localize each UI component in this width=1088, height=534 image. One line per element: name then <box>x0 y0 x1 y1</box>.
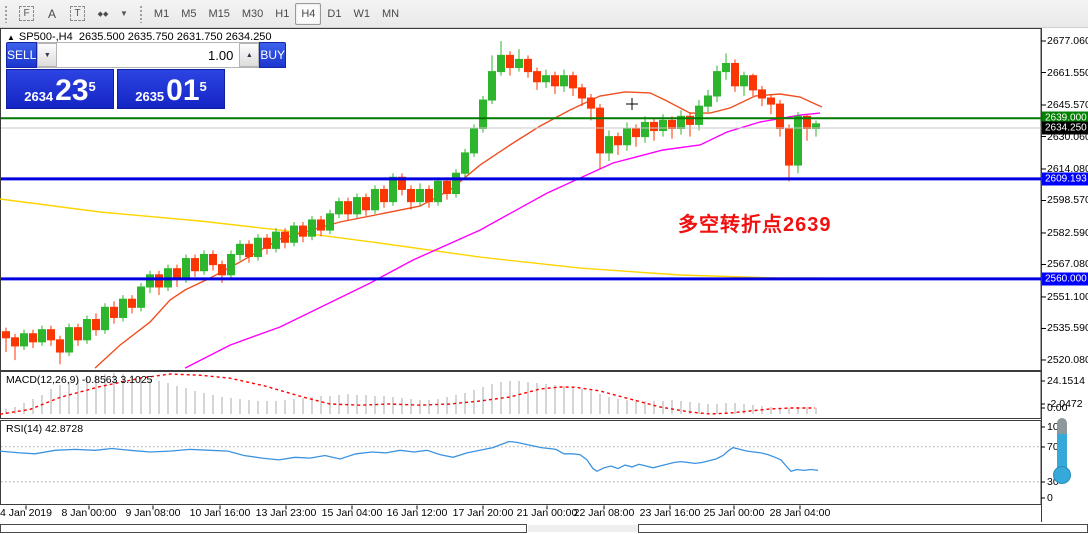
arrows-tool-button[interactable]: ◆◆ <box>91 3 115 25</box>
symbol-triangle-icon: ▲ <box>7 33 15 42</box>
price-tag: 2609.193 <box>1042 172 1088 185</box>
chevron-down-icon: ▼ <box>120 9 128 18</box>
price-axis-label: 2661.550 <box>1047 67 1088 79</box>
time-axis-label: 15 Jan 04:00 <box>322 507 383 519</box>
horizontal-scrollbar-thumb[interactable] <box>528 525 638 532</box>
buy-price-sup: 5 <box>200 72 207 102</box>
time-axis-label: 28 Jan 04:00 <box>770 507 831 519</box>
sell-price-sup: 5 <box>89 72 96 102</box>
price-axis-label: 2567.080 <box>1047 258 1088 270</box>
arrows-tool-icon: ◆◆ <box>98 10 109 18</box>
buy-price-prefix: 2635 <box>135 89 164 104</box>
time-axis-label: 21 Jan 00:00 <box>517 507 578 519</box>
buy-price-big: 01 <box>166 78 199 104</box>
chart-region: ▲SP500-,H4 2635.500 2635.750 2631.750 26… <box>0 28 1088 534</box>
timeframe-h4-button[interactable]: H4 <box>295 3 321 25</box>
toolbar: FAT ◆◆ ▼ M1M5M15M30H1H4D1W1MN <box>0 0 1088 28</box>
time-axis-label: 4 Jan 2019 <box>0 507 52 519</box>
label-tool-button[interactable]: A <box>40 3 64 25</box>
timeframe-m5-button[interactable]: M5 <box>175 3 202 25</box>
text-tool-button[interactable]: T <box>64 3 91 25</box>
one-click-trading-panel: SELL ▼ ▲ BUY 2634 23 5 2635 01 5 <box>6 42 225 110</box>
sell-price-big: 23 <box>55 78 88 104</box>
indicator-axis-label: 24.1514 <box>1047 375 1085 387</box>
timeframe-m1-button[interactable]: M1 <box>148 3 175 25</box>
time-axis-label: 13 Jan 23:00 <box>256 507 317 519</box>
drawing-tools-group: FAT ◆◆ <box>13 3 115 25</box>
price-axis-label: 2582.590 <box>1047 227 1088 239</box>
time-axis-label: 25 Jan 00:00 <box>704 507 765 519</box>
rsi-label: RSI(14) 42.8728 <box>6 423 83 435</box>
time-axis-label: 22 Jan 08:00 <box>574 507 635 519</box>
price-axis-label: 2551.100 <box>1047 291 1088 303</box>
toolbar-grip-2[interactable] <box>139 5 144 23</box>
crosshair-frame-tool-button[interactable]: F <box>13 3 40 25</box>
timeframe-m15-button[interactable]: M15 <box>202 3 235 25</box>
horizontal-scrollbar-right[interactable] <box>638 524 1088 533</box>
sell-quote-box[interactable]: 2634 23 5 <box>6 69 114 109</box>
indicator-axis-label: 0 <box>1047 492 1053 504</box>
volume-input[interactable] <box>57 43 239 67</box>
macd-label: MACD(12,26,9) -0.8563 3.1025 <box>6 374 153 386</box>
arrows-dropdown-button[interactable]: ▼ <box>115 3 131 25</box>
label-tool-icon: A <box>48 7 56 21</box>
price-axis-label: 2535.590 <box>1047 322 1088 334</box>
time-axis-label: 10 Jan 16:00 <box>190 507 251 519</box>
timeframe-h1-button[interactable]: H1 <box>269 3 295 25</box>
price-tag: 2634.250 <box>1042 121 1088 134</box>
crosshair-frame-tool-icon: F <box>19 6 34 21</box>
price-axis-label: 2598.570 <box>1047 194 1088 206</box>
thermometer-bulb <box>1053 466 1071 484</box>
thermometer-icon <box>1050 418 1074 488</box>
buy-quote-box[interactable]: 2635 01 5 <box>117 69 225 109</box>
horizontal-scrollbar-left[interactable] <box>0 524 527 533</box>
sell-button[interactable]: SELL <box>6 42 37 68</box>
time-axis-label: 8 Jan 00:00 <box>62 507 117 519</box>
price-tag: 2560.000 <box>1042 272 1088 285</box>
timeframe-w1-button[interactable]: W1 <box>347 3 376 25</box>
time-axis-label: 16 Jan 12:00 <box>387 507 448 519</box>
time-axis-label: 23 Jan 16:00 <box>640 507 701 519</box>
volume-decrease-button[interactable]: ▼ <box>37 43 57 67</box>
timeframe-d1-button[interactable]: D1 <box>321 3 347 25</box>
toolbar-grip[interactable] <box>4 5 9 23</box>
buy-button[interactable]: BUY <box>259 42 286 68</box>
chart-annotation-text: 多空转折点2639 <box>678 208 832 237</box>
trading-terminal-window: FAT◆◆ ▼ M1M5M15M30H1H4D1W1MN ▲SP500-,H4 … <box>0 0 1088 534</box>
time-axis-label: 17 Jan 20:00 <box>453 507 514 519</box>
timeframe-mn-button[interactable]: MN <box>376 3 405 25</box>
text-tool-icon: T <box>70 6 85 21</box>
sell-price-prefix: 2634 <box>24 89 53 104</box>
price-axis-label: 2520.080 <box>1047 354 1088 366</box>
timeframe-group: M1M5M15M30H1H4D1W1MN <box>148 3 405 25</box>
volume-increase-button[interactable]: ▲ <box>239 43 259 67</box>
time-axis-label: 9 Jan 08:00 <box>126 507 181 519</box>
indicator-axis-label: 0.00 <box>1047 402 1067 414</box>
price-axis-label: 2645.570 <box>1047 99 1088 111</box>
timeframe-m30-button[interactable]: M30 <box>236 3 269 25</box>
price-axis-label: 2677.060 <box>1047 35 1088 47</box>
thermometer-stem <box>1057 418 1067 472</box>
